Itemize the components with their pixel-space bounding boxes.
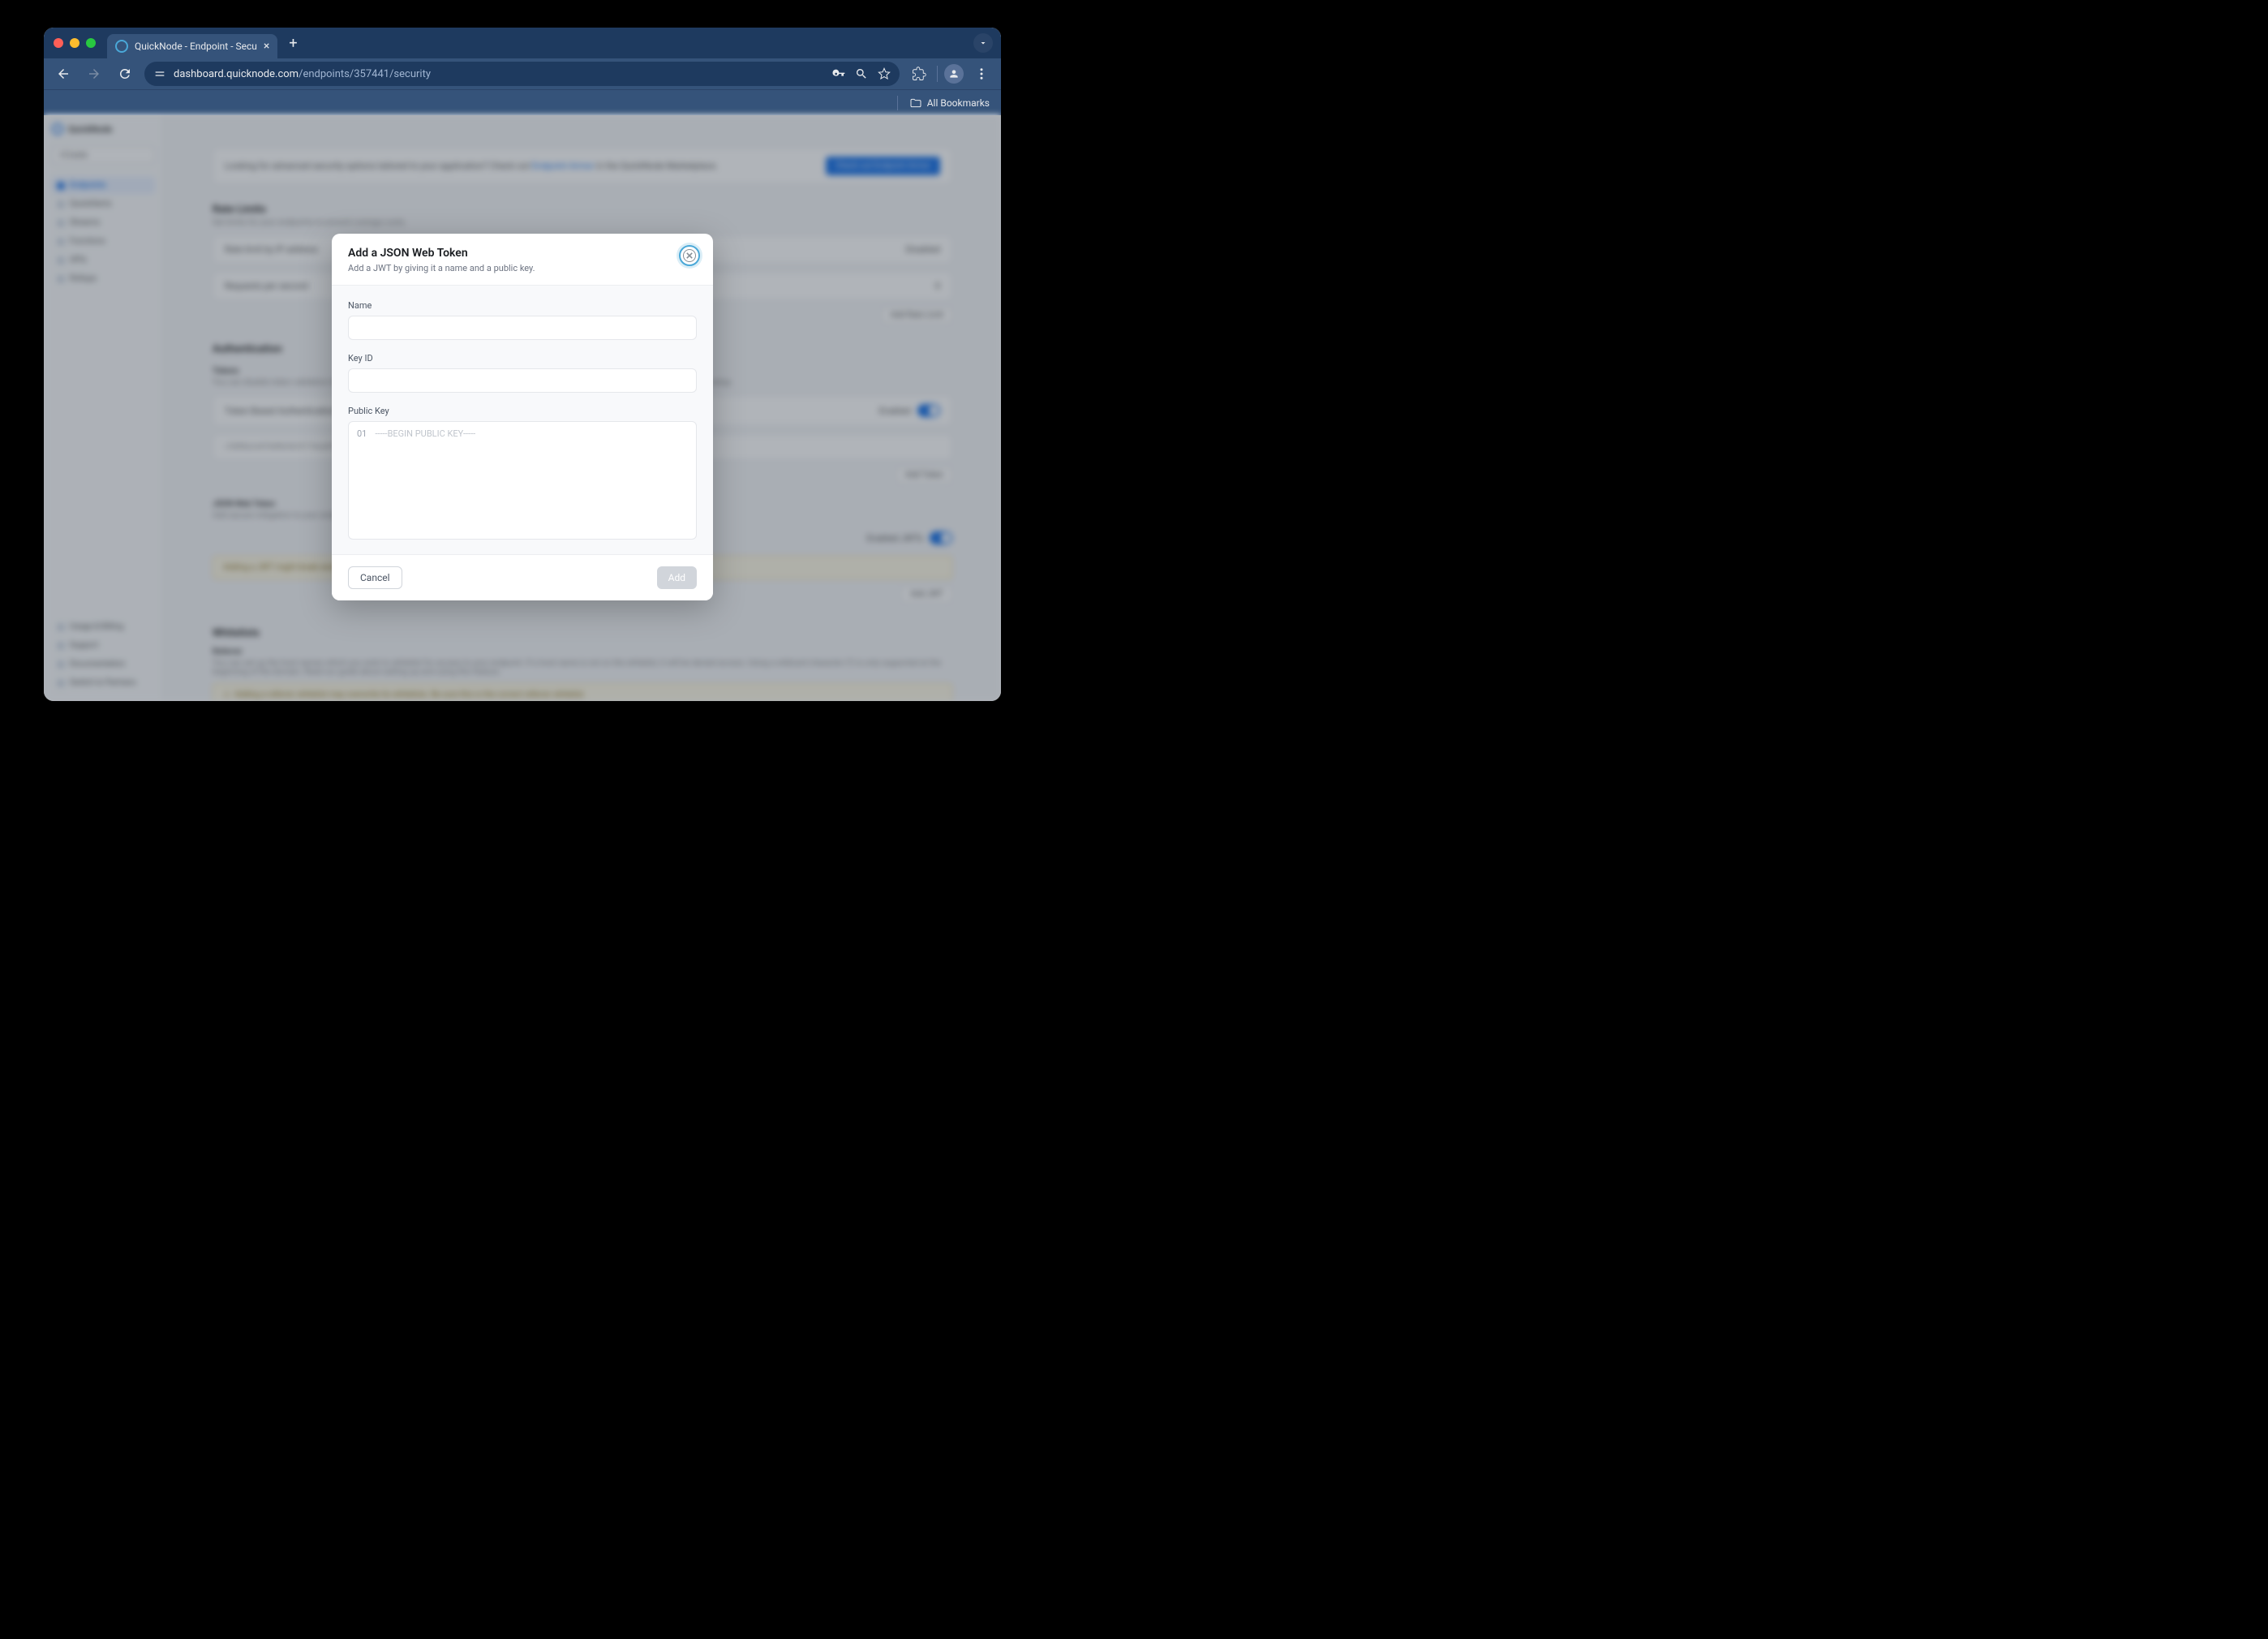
close-icon [686,252,693,259]
name-input[interactable] [348,316,697,340]
cancel-button[interactable]: Cancel [348,566,402,589]
url-text: dashboard.quicknode.com/endpoints/357441… [174,68,825,80]
modal-header: Add a JSON Web Token Add a JWT by giving… [332,234,713,286]
modal-title: Add a JSON Web Token [348,247,697,260]
reload-button[interactable] [114,62,136,85]
url-bar[interactable]: dashboard.quicknode.com/endpoints/357441… [144,62,900,86]
tab-search-button[interactable] [973,33,993,53]
menu-icon[interactable] [970,62,993,85]
line-number: 01 [357,428,367,532]
profile-button[interactable] [944,64,964,84]
tab-title: QuickNode - Endpoint - Secu [135,41,257,52]
back-button[interactable] [52,62,75,85]
add-button[interactable]: Add [657,566,697,589]
quicknode-favicon-icon [115,40,128,53]
window-controls [54,38,96,48]
maximize-window-button[interactable] [86,38,96,48]
zoom-icon[interactable] [854,67,869,81]
close-tab-icon[interactable]: × [264,40,269,53]
extensions-icon[interactable] [908,62,930,85]
new-tab-button[interactable]: + [289,35,297,52]
forward-button[interactable] [83,62,105,85]
browser-tab[interactable]: QuickNode - Endpoint - Secu × [107,34,277,58]
modal-overlay[interactable]: Add a JSON Web Token Add a JWT by giving… [44,115,1001,701]
publickey-label: Public Key [348,406,697,416]
all-bookmarks-button[interactable]: All Bookmarks [909,97,990,110]
minimize-window-button[interactable] [70,38,79,48]
name-label: Name [348,300,697,311]
close-modal-button[interactable] [679,245,700,266]
keyid-input[interactable] [348,368,697,393]
modal-subtitle: Add a JWT by giving it a name and a publ… [348,263,697,273]
bookmarks-bar: All Bookmarks [44,89,1001,115]
password-key-icon[interactable] [831,67,846,81]
add-jwt-modal: Add a JSON Web Token Add a JWT by giving… [332,234,713,600]
publickey-textarea[interactable]: 01 -----BEGIN PUBLIC KEY----- [348,421,697,540]
bookmark-star-icon[interactable] [877,67,891,81]
toolbar-divider [937,66,938,82]
bookmarks-divider [897,96,898,110]
bookmarks-label: All Bookmarks [927,97,990,109]
folder-icon [909,97,922,110]
tab-bar: QuickNode - Endpoint - Secu × + [44,28,1001,58]
address-bar-row: dashboard.quicknode.com/endpoints/357441… [44,58,1001,89]
publickey-placeholder: -----BEGIN PUBLIC KEY----- [375,428,475,532]
site-settings-icon[interactable] [152,67,167,81]
modal-body: Name Key ID Public Key 01 -----BEGIN PUB… [332,286,713,554]
browser-window: QuickNode - Endpoint - Secu × + dashboar… [44,28,1001,701]
keyid-label: Key ID [348,353,697,364]
modal-footer: Cancel Add [332,554,713,600]
close-window-button[interactable] [54,38,63,48]
